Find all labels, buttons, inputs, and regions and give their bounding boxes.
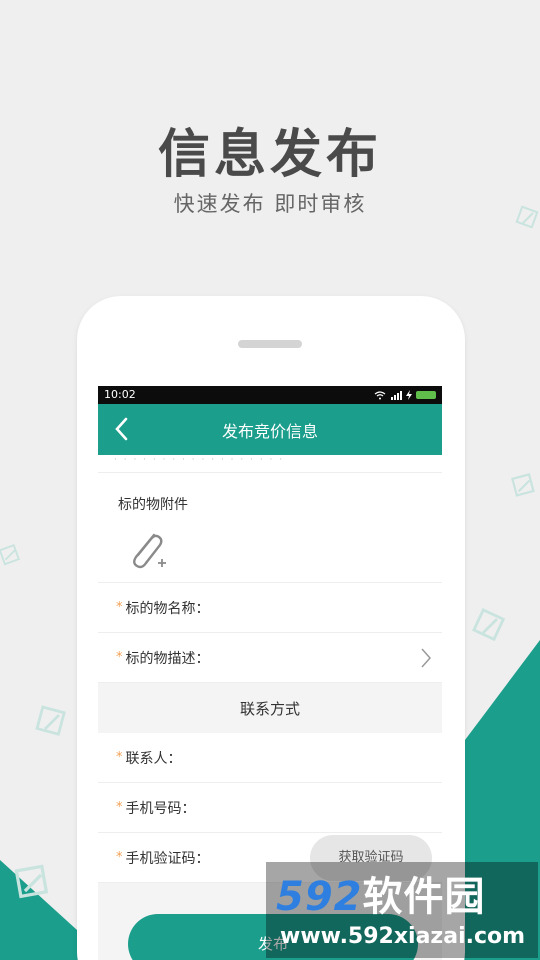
pencil-decoration-icon (472, 608, 506, 642)
battery-icon (416, 391, 436, 399)
chevron-right-icon (421, 648, 432, 668)
verification-code-label: 手机验证码： (125, 850, 210, 867)
watermark-logo-text: 软件园 (362, 874, 486, 920)
required-mark: * (116, 750, 123, 765)
status-time: 10:02 (104, 388, 136, 401)
item-name-row[interactable]: * 标的物名称： (98, 583, 442, 633)
contact-person-label: 联系人： (125, 750, 182, 767)
pencil-decoration-icon (511, 473, 535, 497)
watermark-logo: 592软件园 (276, 872, 486, 922)
back-button[interactable] (106, 414, 136, 444)
page-title: 发布竞价信息 (221, 421, 318, 441)
chevron-left-icon (115, 417, 128, 441)
wifi-icon (374, 390, 386, 399)
title-bar: 发布竞价信息 (98, 404, 442, 455)
pencil-decoration-icon (0, 544, 20, 566)
watermark-url: www.592xiazai.com (280, 924, 526, 949)
phone-speaker (238, 340, 302, 348)
status-bar: 10:02 (98, 386, 442, 404)
status-icons (374, 390, 436, 400)
promo-headline: 信息发布 (157, 124, 382, 185)
charging-icon (406, 390, 412, 400)
required-mark: * (116, 650, 123, 665)
required-mark: * (116, 850, 123, 865)
dotted-divider: · · · · · · · · · · · · · · · · · · (98, 455, 442, 473)
required-mark: * (116, 800, 123, 815)
watermark-logo-digits: 592 (276, 874, 363, 920)
phone-number-label: 手机号码： (125, 800, 196, 817)
item-description-row[interactable]: * 标的物描述： (98, 633, 442, 683)
paperclip-add-icon (133, 533, 166, 569)
item-name-label: 标的物名称： (125, 600, 210, 617)
attachment-section-label: 标的物附件 (98, 473, 442, 533)
required-mark: * (116, 600, 123, 615)
signal-icon (391, 390, 402, 400)
promo-subline: 快速发布 即时审核 (173, 192, 367, 216)
phone-number-row[interactable]: * 手机号码： (98, 783, 442, 833)
item-description-label: 标的物描述： (125, 650, 210, 667)
pencil-decoration-icon (35, 705, 66, 736)
attachment-add-button[interactable] (98, 533, 442, 583)
pencil-decoration-icon (14, 864, 49, 899)
contact-person-row[interactable]: * 联系人： (98, 733, 442, 783)
contact-section-title: 联系方式 (98, 683, 442, 733)
